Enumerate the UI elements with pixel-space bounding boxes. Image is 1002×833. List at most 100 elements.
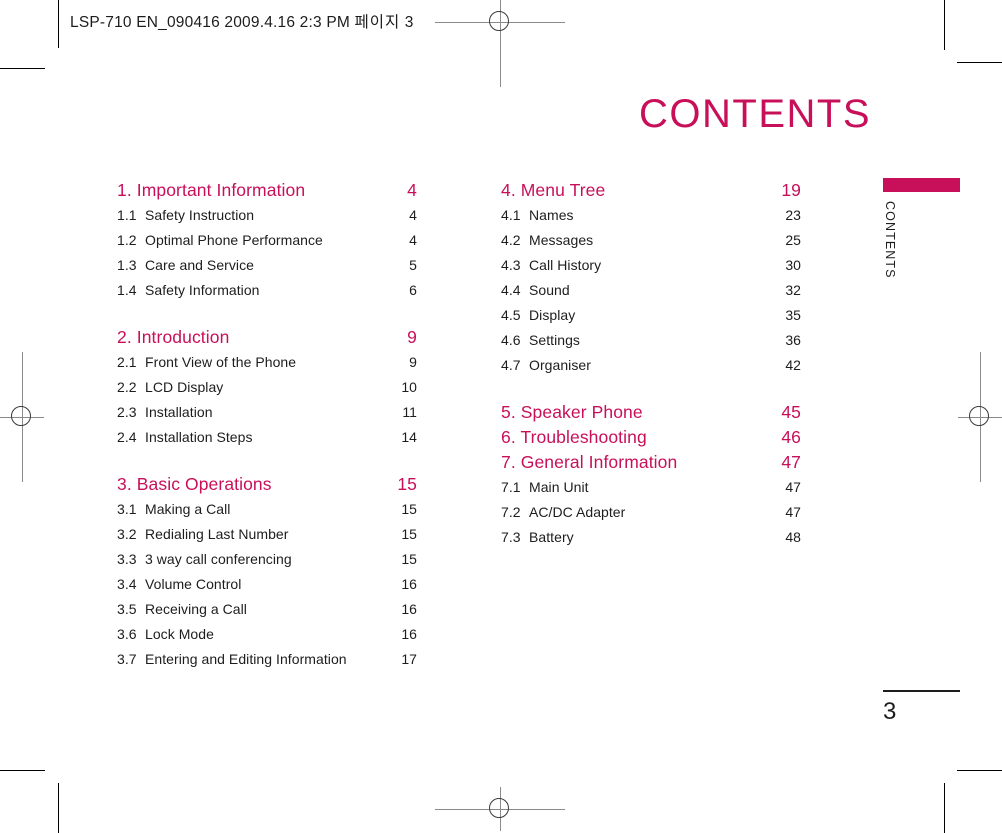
toc-group: 5. Speaker Phone 45 bbox=[501, 400, 801, 425]
toc-subsection-page: 10 bbox=[401, 379, 417, 395]
toc-subsection-page: 15 bbox=[401, 526, 417, 542]
toc-chapter-entry[interactable]: 5. Speaker Phone 45 bbox=[501, 400, 801, 425]
toc-subsection-page: 30 bbox=[785, 257, 801, 273]
toc-subsection-number: 2.3 bbox=[117, 404, 137, 420]
registration-mark-top bbox=[435, 0, 565, 87]
toc-chapter-entry[interactable]: 2. Introduction 9 bbox=[117, 325, 417, 350]
toc-subsection-entry[interactable]: 3.4 Volume Control 16 bbox=[117, 572, 417, 597]
toc-subsection-page: 42 bbox=[785, 357, 801, 373]
toc-subsection-page: 15 bbox=[401, 551, 417, 567]
toc-chapter-entry[interactable]: 4. Menu Tree 19 bbox=[501, 178, 801, 203]
toc-subsection-entry[interactable]: 3.5 Receiving a Call 16 bbox=[117, 597, 417, 622]
toc-subsection-page: 4 bbox=[409, 207, 417, 223]
thumb-tab-label: CONTENTS bbox=[883, 201, 897, 279]
toc-subsection-page: 5 bbox=[409, 257, 417, 273]
toc-subsection-entry[interactable]: 2.2 LCD Display 10 bbox=[117, 375, 417, 400]
toc-subsection-label: Call History bbox=[529, 257, 602, 273]
toc-subsection-label: Volume Control bbox=[145, 576, 242, 592]
toc-subsection-entry[interactable]: 3.2 Redialing Last Number 15 bbox=[117, 522, 417, 547]
toc-subsection-number: 3.7 bbox=[117, 651, 137, 667]
folio-page-number: 3 bbox=[883, 697, 897, 725]
toc-subsection-entry[interactable]: 4.2 Messages 25 bbox=[501, 228, 801, 253]
toc-subsection-entry[interactable]: 4.1 Names 23 bbox=[501, 203, 801, 228]
toc-chapter-label: 1. Important Information bbox=[117, 180, 306, 200]
toc-chapter-label: 5. Speaker Phone bbox=[501, 402, 643, 422]
toc-chapter-page: 19 bbox=[781, 180, 801, 200]
toc-subsection-entry[interactable]: 3.3 3 way call conferencing 15 bbox=[117, 547, 417, 572]
toc-subsection-entry[interactable]: 7.1 Main Unit 47 bbox=[501, 475, 801, 500]
toc-subsection-page: 16 bbox=[401, 601, 417, 617]
toc-subsection-label: Safety Instruction bbox=[145, 207, 255, 223]
toc-subsection-page: 9 bbox=[409, 354, 417, 370]
toc-subsection-number: 4.5 bbox=[501, 307, 521, 323]
toc-chapter-entry[interactable]: 3. Basic Operations 15 bbox=[117, 472, 417, 497]
toc-subsection-label: Main Unit bbox=[529, 479, 589, 495]
toc-subsection-label: LCD Display bbox=[145, 379, 224, 395]
crop-mark-top-left-vertical bbox=[58, 0, 59, 48]
toc-subsection-number: 2.2 bbox=[117, 379, 137, 395]
toc-subsection-page: 16 bbox=[401, 626, 417, 642]
section-thumb-tab: CONTENTS bbox=[883, 178, 960, 279]
toc-subsection-label: Messages bbox=[529, 232, 594, 248]
toc-chapter-page: 47 bbox=[781, 452, 801, 472]
thumb-tab-color-bar bbox=[883, 178, 960, 192]
toc-subsection-number: 7.2 bbox=[501, 504, 521, 520]
toc-subsection-label: Receiving a Call bbox=[145, 601, 247, 617]
toc-subsection-page: 17 bbox=[401, 651, 417, 667]
toc-subsection-page: 35 bbox=[785, 307, 801, 323]
toc-subsection-number: 1.4 bbox=[117, 282, 137, 298]
toc-subsection-entry[interactable]: 3.6 Lock Mode 16 bbox=[117, 622, 417, 647]
toc-chapter-page: 45 bbox=[781, 402, 801, 422]
toc-subsection-label: Battery bbox=[529, 529, 574, 545]
toc-subsection-entry[interactable]: 2.3 Installation 11 bbox=[117, 400, 417, 425]
toc-subsection-label: AC/DC Adapter bbox=[529, 504, 626, 520]
toc-subsection-label: Sound bbox=[529, 282, 570, 298]
toc-chapter-page: 46 bbox=[781, 427, 801, 447]
toc-subsection-page: 11 bbox=[402, 404, 417, 420]
toc-subsection-entry[interactable]: 1.2 Optimal Phone Performance 4 bbox=[117, 228, 417, 253]
toc-subsection-entry[interactable]: 4.5 Display 35 bbox=[501, 303, 801, 328]
toc-subsection-page: 48 bbox=[785, 529, 801, 545]
toc-subsection-entry[interactable]: 2.4 Installation Steps 14 bbox=[117, 425, 417, 450]
toc-subsection-entry[interactable]: 1.1 Safety Instruction 4 bbox=[117, 203, 417, 228]
toc-subsection-entry[interactable]: 1.3 Care and Service 5 bbox=[117, 253, 417, 278]
toc-subsection-number: 2.4 bbox=[117, 429, 137, 445]
toc-subsection-number: 4.3 bbox=[501, 257, 521, 273]
toc-subsection-entry[interactable]: 7.3 Battery 48 bbox=[501, 525, 801, 550]
toc-chapter-label: 4. Menu Tree bbox=[501, 180, 606, 200]
toc-subsection-number: 7.1 bbox=[501, 479, 521, 495]
toc-chapter-entry[interactable]: 6. Troubleshooting 46 bbox=[501, 425, 801, 450]
toc-subsection-label: Settings bbox=[529, 332, 580, 348]
crop-mark-bottom-left-horizontal bbox=[0, 770, 45, 771]
toc-subsection-entry[interactable]: 1.4 Safety Information 6 bbox=[117, 278, 417, 303]
toc-subsection-entry[interactable]: 4.3 Call History 30 bbox=[501, 253, 801, 278]
toc-subsection-label: Organiser bbox=[529, 357, 591, 373]
toc-subsection-label: Entering and Editing Information bbox=[145, 651, 347, 667]
toc-chapter-entry[interactable]: 1. Important Information 4 bbox=[117, 178, 417, 203]
toc-chapter-entry[interactable]: 7. General Information 47 bbox=[501, 450, 801, 475]
toc-subsection-page: 16 bbox=[401, 576, 417, 592]
toc-group: 3. Basic Operations 15 3.1 Making a Call 15 3… bbox=[117, 472, 417, 672]
toc-subsection-entry[interactable]: 3.7 Entering and Editing Information 17 bbox=[117, 647, 417, 672]
toc-group: 2. Introduction 9 2.1 Front View of the Pho… bbox=[117, 325, 417, 450]
registration-mark-bottom bbox=[435, 787, 565, 831]
toc-subsection-number: 4.7 bbox=[501, 357, 521, 373]
toc-subsection-page: 32 bbox=[785, 282, 801, 298]
toc-subsection-label: 3 way call conferencing bbox=[145, 551, 292, 567]
toc-subsection-entry[interactable]: 3.1 Making a Call 15 bbox=[117, 497, 417, 522]
toc-subsection-entry[interactable]: 7.2 AC/DC Adapter 47 bbox=[501, 500, 801, 525]
toc-subsection-label: Front View of the Phone bbox=[145, 354, 297, 370]
toc-subsection-number: 2.1 bbox=[117, 354, 137, 370]
toc-group: 4. Menu Tree 19 4.1 Names 23 4.2 Messages 25 4.3… bbox=[501, 178, 801, 378]
toc-subsection-entry[interactable]: 2.1 Front View of the Phone 9 bbox=[117, 350, 417, 375]
toc-subsection-entry[interactable]: 4.6 Settings 36 bbox=[501, 328, 801, 353]
toc-subsection-page: 15 bbox=[401, 501, 417, 517]
toc-subsection-number: 4.4 bbox=[501, 282, 521, 298]
folio: 3 bbox=[883, 690, 960, 724]
toc-subsection-number: 4.6 bbox=[501, 332, 521, 348]
toc-subsection-label: Lock Mode bbox=[145, 626, 214, 642]
toc-subsection-entry[interactable]: 4.7 Organiser 42 bbox=[501, 353, 801, 378]
toc-subsection-number: 4.2 bbox=[501, 232, 521, 248]
toc-subsection-entry[interactable]: 4.4 Sound 32 bbox=[501, 278, 801, 303]
toc-subsection-label: Care and Service bbox=[145, 257, 254, 273]
